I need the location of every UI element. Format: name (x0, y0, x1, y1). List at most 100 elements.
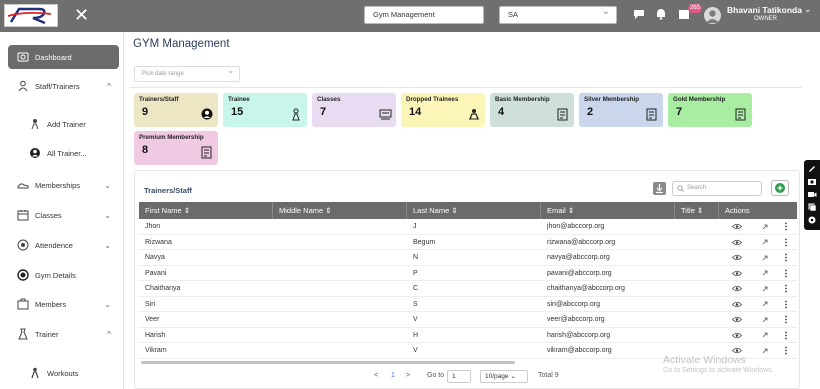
gym-select[interactable]: Gym Management (364, 6, 484, 24)
current-page[interactable]: 1 (391, 372, 395, 379)
table-row[interactable]: Jhon Jjhon@abccorp.org (139, 219, 797, 235)
card-classes[interactable]: Classes 7 (312, 93, 396, 127)
horizontal-scrollbar[interactable] (141, 361, 515, 364)
card-dropped-trainees[interactable]: Dropped Trainees 14 (401, 93, 485, 127)
user-avatar[interactable] (704, 7, 721, 24)
card-silver-membership[interactable]: Silver Membership 2 (579, 93, 663, 127)
card-label: Trainers/Staff (139, 96, 179, 103)
bell-icon[interactable] (655, 8, 669, 22)
table-row[interactable]: Veer Vveer@abccorp.org (139, 312, 797, 328)
company-logo[interactable] (4, 4, 58, 27)
more-options-icon[interactable] (776, 268, 796, 279)
open-link-icon[interactable] (755, 330, 775, 341)
sidebar-item-gym-details[interactable]: Gym Details (8, 265, 119, 285)
activation-watermark-subtitle: Go to Settings to activate Windows. (663, 367, 774, 374)
close-menu-icon[interactable]: ✕ (74, 5, 90, 25)
column-header-middle-name[interactable]: Middle Name ⇕ (273, 202, 407, 219)
column-header-first-name[interactable]: First Name ⇕ (139, 202, 273, 219)
open-link-icon[interactable] (755, 268, 775, 279)
table-cell: Siri (145, 300, 156, 308)
more-options-icon[interactable] (776, 221, 796, 232)
table-cell: Pavani (145, 269, 167, 277)
page-size-select[interactable]: 10/page ⌄ (480, 370, 528, 383)
search-input[interactable]: Search (672, 181, 762, 196)
column-header-email[interactable]: Email ⇕ (541, 202, 675, 219)
date-range-picker[interactable]: Pick date range (134, 64, 240, 82)
open-link-icon[interactable] (755, 252, 775, 263)
open-link-icon[interactable] (755, 314, 775, 325)
card-trainee[interactable]: Trainee 15 (223, 93, 307, 127)
card-value: 9 (142, 106, 149, 118)
column-header-last-name[interactable]: Last Name ⇕ (407, 202, 541, 219)
view-eye-icon[interactable] (727, 252, 747, 263)
table-cell (675, 235, 719, 251)
view-eye-icon[interactable] (727, 283, 747, 294)
card-trainers-staff[interactable]: Trainers/Staff 9 (134, 93, 218, 127)
pen-icon[interactable] (807, 163, 817, 173)
video-icon[interactable] (807, 189, 817, 199)
sidebar-item-trainer[interactable]: Trainer ^ (8, 324, 119, 344)
card-gold-membership[interactable]: Gold Membership 7 (668, 93, 752, 127)
sidebar-item-label: Trainer (35, 329, 59, 339)
sidebar-item-workouts[interactable]: Workouts (28, 364, 79, 382)
more-options-icon[interactable] (776, 345, 796, 356)
card-premium-membership[interactable]: Premium Membership 8 (134, 131, 218, 165)
sort-icon: ⇕ (451, 206, 458, 215)
open-link-icon[interactable] (755, 283, 775, 294)
membership-icon (16, 178, 30, 192)
more-options-icon[interactable] (776, 299, 796, 310)
view-eye-icon[interactable] (727, 221, 747, 232)
sidebar-item-members[interactable]: Members ⌄ (8, 294, 119, 314)
open-link-icon[interactable] (755, 345, 775, 356)
sidebar-item-classes[interactable]: Classes ⌄ (8, 205, 119, 225)
table-row[interactable]: Siri Ssiri@abccorp.org (139, 297, 797, 312)
sidebar-item-all-trainers[interactable]: All Trainer... (28, 144, 87, 162)
table-row[interactable]: Chaithanya Cchaithanya@abccorp.org (139, 281, 797, 297)
more-options-icon[interactable] (776, 252, 796, 263)
chat-icon[interactable] (633, 8, 647, 22)
table-cell: Veer (145, 316, 160, 323)
table-row[interactable]: Pavani Ppavani@abccorp.org (139, 266, 797, 281)
view-eye-icon[interactable] (727, 330, 747, 341)
prev-page-button[interactable]: < (374, 372, 378, 379)
table-cell (273, 328, 407, 344)
table-row[interactable]: Rizwana Begum rizwana@abccorp.org (139, 235, 797, 251)
more-options-icon[interactable] (776, 314, 796, 325)
column-header-title[interactable]: Title ⇕ (675, 202, 719, 219)
trainer-icon (16, 327, 30, 341)
table-cell: chaithanya@abccorp.org (547, 285, 625, 292)
user-menu-chevron-icon[interactable]: ⌄ (804, 4, 812, 15)
sidebar-item-memberships[interactable]: Memberships ⌄ (8, 175, 119, 195)
open-link-icon[interactable] (755, 221, 775, 232)
table-row[interactable]: Harish Hharish@abccorp.org (139, 328, 797, 344)
branch-select[interactable]: SA (499, 4, 617, 24)
view-eye-icon[interactable] (727, 314, 747, 325)
sidebar-item-add-trainer[interactable]: Add Trainer (28, 115, 86, 133)
sidebar: Dashboard Staff/Trainers ^ Add Trainer A… (0, 32, 124, 389)
card-label: Basic Membership (495, 96, 550, 103)
settings-gear-icon[interactable] (807, 215, 817, 225)
camera-icon[interactable] (807, 176, 817, 186)
sidebar-item-attendence[interactable]: Attendence ⌄ (8, 235, 119, 255)
more-options-icon[interactable] (776, 330, 796, 341)
copy-icon[interactable] (807, 202, 817, 212)
table-row[interactable]: Navya Nnavya@abccorp.org (139, 250, 797, 266)
sidebar-item-dashboard[interactable]: Dashboard (8, 45, 119, 69)
open-link-icon[interactable] (755, 237, 775, 248)
add-trainer-button[interactable] (771, 180, 789, 196)
open-link-icon[interactable] (755, 299, 775, 310)
user-name[interactable]: Bhavani Tatikonda (727, 5, 802, 15)
goto-page-input[interactable]: 1 (447, 370, 471, 383)
next-page-button[interactable]: > (406, 372, 410, 379)
card-basic-membership[interactable]: Basic Membership 4 (490, 93, 574, 127)
table-cell (273, 235, 407, 251)
download-button[interactable] (653, 182, 666, 195)
view-eye-icon[interactable] (727, 268, 747, 279)
trainee-icon (290, 108, 302, 121)
view-eye-icon[interactable] (727, 237, 747, 248)
view-eye-icon[interactable] (727, 299, 747, 310)
more-options-icon[interactable] (776, 237, 796, 248)
more-options-icon[interactable] (776, 283, 796, 294)
card-value: 7 (676, 106, 683, 118)
sidebar-item-staff-trainers[interactable]: Staff/Trainers ^ (8, 76, 119, 96)
